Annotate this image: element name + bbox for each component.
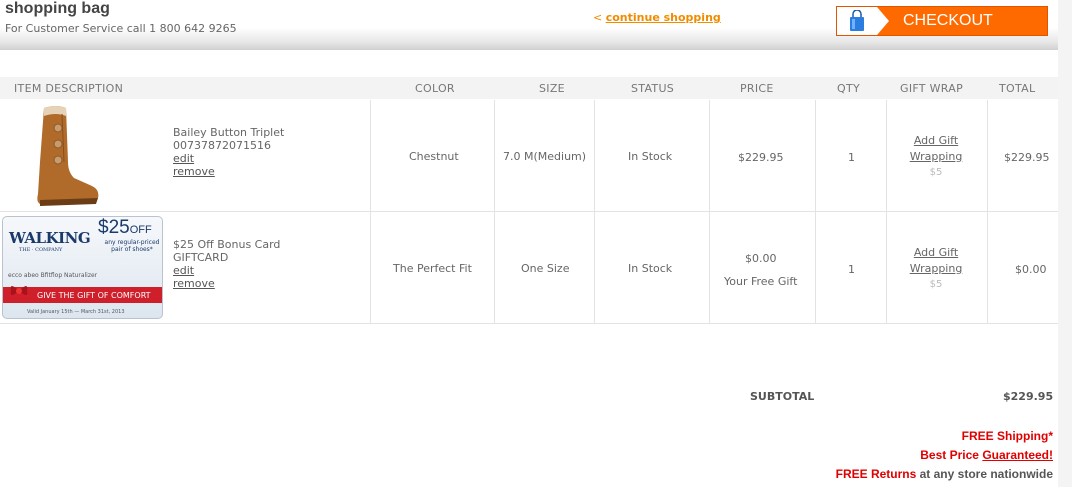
item-status: In Stock	[628, 150, 673, 163]
free-shipping-text: FREE Shipping*	[961, 429, 1053, 443]
item-price: $229.95	[738, 151, 784, 164]
column-divider	[886, 100, 887, 323]
gift-wrap-price: $5	[929, 167, 943, 178]
item-price-note: Your Free Gift	[724, 275, 798, 288]
column-divider	[494, 100, 495, 323]
item-color: Chestnut	[409, 150, 459, 163]
card-ribbon-text: GIVE THE GIFT OF COMFORT	[37, 291, 151, 300]
gift-wrap-price: $5	[929, 279, 943, 290]
item-price: $0.00	[745, 252, 777, 265]
free-shipping-promo: FREE Shipping*	[962, 429, 1053, 443]
free-returns-text: FREE Returns	[835, 467, 917, 481]
continue-shopping-label[interactable]: continue shopping	[606, 11, 721, 24]
continue-prefix: <	[593, 11, 603, 24]
item-status: In Stock	[628, 262, 673, 275]
card-offer: $25OFF	[98, 217, 152, 239]
checkout-button[interactable]: CHECKOUT	[836, 6, 1048, 36]
card-brand: WALKING	[9, 229, 91, 247]
card-brand-small: THE · COMPANY	[19, 247, 63, 253]
card-valid: Valid January 15th — March 31st, 2013	[27, 309, 125, 315]
item-name: Bailey Button Triplet	[173, 126, 285, 139]
item-sku: GIFTCARD	[173, 251, 229, 264]
edit-link[interactable]: edit	[173, 152, 284, 165]
col-status: STATUS	[631, 82, 675, 95]
shopping-bag-icon	[837, 7, 877, 35]
col-total: TOTAL	[999, 82, 1036, 95]
column-divider	[370, 100, 371, 323]
remove-link[interactable]: remove	[173, 165, 284, 178]
item-description: Bailey Button Triplet 00737872071516 edi…	[173, 126, 284, 178]
item-color: The Perfect Fit	[393, 262, 472, 275]
best-price-text: Best Price	[920, 448, 979, 462]
subtotal-label: SUBTOTAL	[750, 390, 815, 403]
col-gift-wrap: GIFT WRAP	[900, 82, 964, 95]
card-sub: any regular-priced pair of shoes*	[104, 239, 160, 253]
item-qty[interactable]: 1	[848, 151, 855, 164]
item-qty[interactable]: 1	[848, 263, 855, 276]
customer-service-text: For Customer Service call 1 800 642 9265	[5, 22, 237, 35]
column-divider	[815, 100, 816, 323]
gift-wrap-cell: Add Gift Wrapping $5	[891, 245, 981, 293]
add-gift-wrap-link-line1[interactable]: Add Gift	[891, 245, 981, 261]
remove-link[interactable]: remove	[173, 277, 280, 290]
column-divider	[709, 100, 710, 323]
gift-wrap-cell: Add Gift Wrapping $5	[891, 133, 981, 181]
best-price-promo: Best Price Guaranteed!	[920, 448, 1053, 462]
add-gift-wrap-link-line1[interactable]: Add Gift	[891, 133, 981, 149]
subtotal-value: $229.95	[1003, 390, 1054, 403]
item-name: $25 Off Bonus Card	[173, 238, 281, 251]
column-divider	[987, 100, 988, 323]
card-offer-off: OFF	[129, 224, 152, 236]
continue-shopping-link[interactable]: < continue shopping	[593, 11, 721, 24]
item-total: $0.00	[1015, 263, 1047, 276]
checkout-arrow-icon	[877, 7, 889, 35]
card-brands: ecco abeo Bfitflop Naturalizer	[8, 272, 98, 279]
column-divider	[594, 100, 595, 323]
add-gift-wrap-link-line2[interactable]: Wrapping	[891, 149, 981, 165]
guaranteed-link[interactable]: Guaranteed!	[982, 448, 1053, 462]
col-size: SIZE	[539, 82, 565, 95]
bonus-card-image[interactable]: WALKING THE · COMPANY $25OFF any regular…	[2, 216, 163, 319]
card-offer-amount: $25	[98, 217, 130, 238]
col-color: COLOR	[415, 82, 455, 95]
item-total: $229.95	[1004, 151, 1050, 164]
item-description: $25 Off Bonus Card GIFTCARD edit remove	[173, 238, 280, 290]
free-returns-promo: FREE Returns at any store nationwide	[836, 467, 1053, 481]
boot-product-image[interactable]	[0, 102, 110, 210]
col-price: PRICE	[740, 82, 774, 95]
col-item-description: ITEM DESCRIPTION	[14, 82, 124, 95]
add-gift-wrap-link-line2[interactable]: Wrapping	[891, 261, 981, 277]
item-size: One Size	[521, 262, 570, 275]
col-qty: QTY	[837, 82, 860, 95]
gift-bow-icon	[10, 286, 28, 295]
item-size: 7.0 M(Medium)	[503, 150, 587, 163]
item-sku: 00737872071516	[173, 139, 271, 152]
returns-rest-text: at any store nationwide	[916, 467, 1053, 481]
page-edge	[1058, 0, 1072, 487]
edit-link[interactable]: edit	[173, 264, 280, 277]
page-title: shopping bag	[5, 0, 110, 17]
checkout-label: CHECKOUT	[903, 12, 993, 29]
